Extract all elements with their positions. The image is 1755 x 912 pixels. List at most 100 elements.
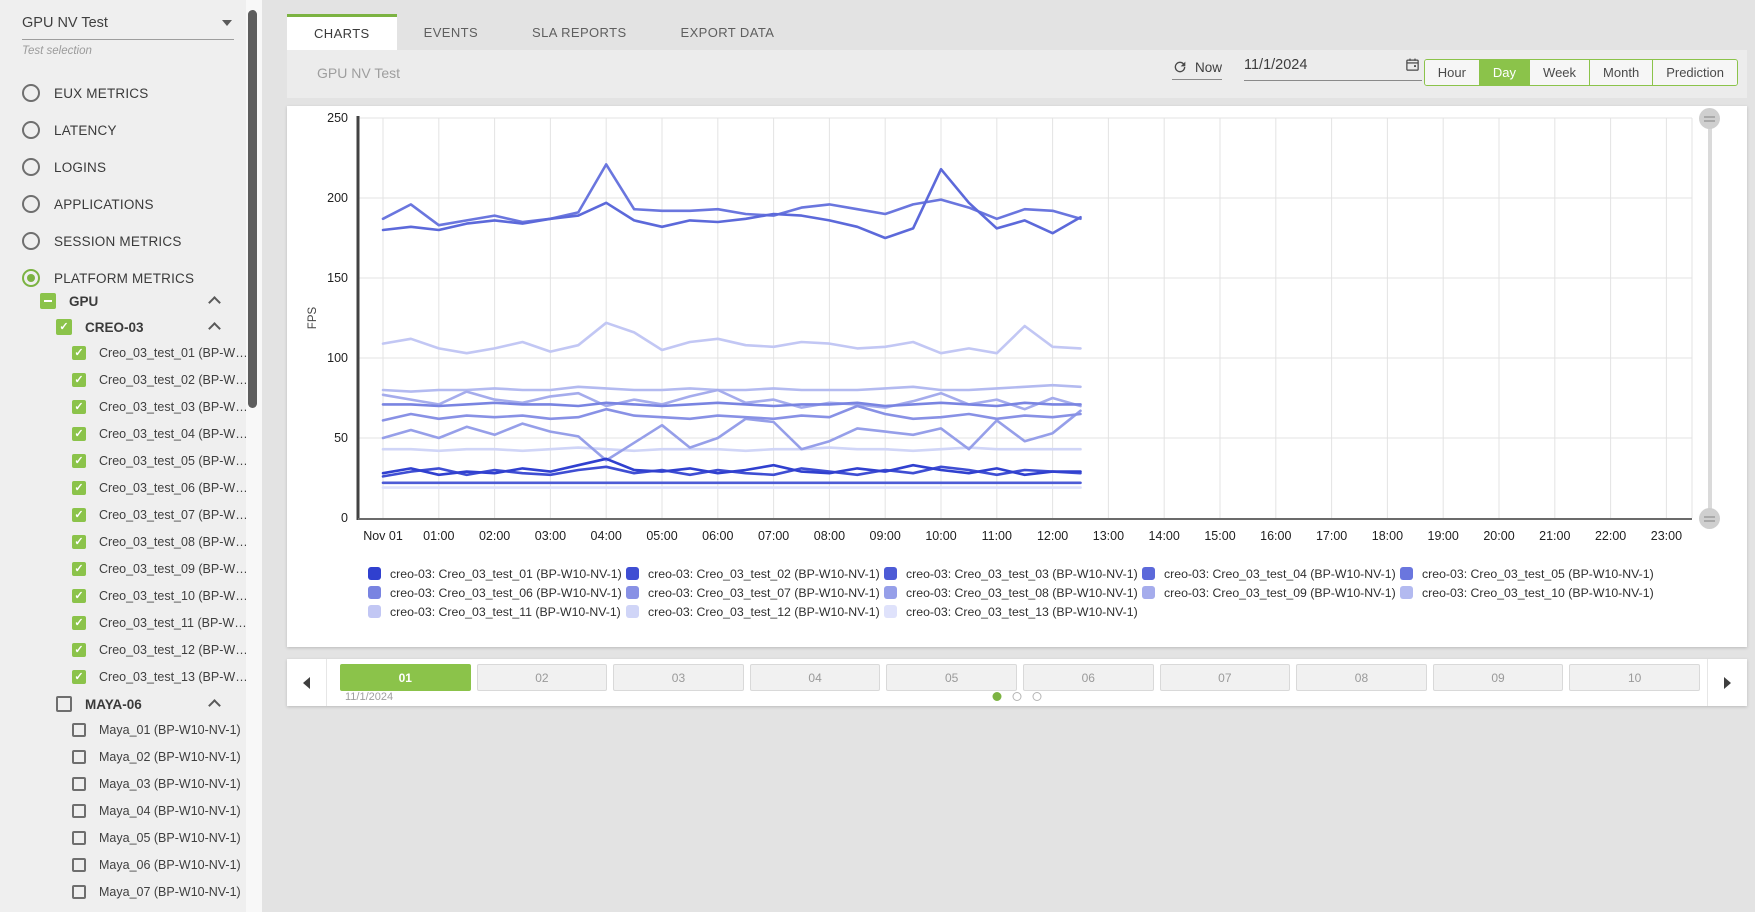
legend-item[interactable]: creo-03: Creo_03_test_08 (BP-W10-NV-1) [884, 586, 1142, 600]
checked-checkbox-icon[interactable]: ✓ [72, 562, 86, 576]
tree-item-creo-03-test-11[interactable]: ✓Creo_03_test_11 (BP-W10-NV-1) [0, 613, 248, 633]
chevron-up-icon[interactable] [208, 699, 221, 712]
tree-item-maya-03[interactable]: Maya_03 (BP-W10-NV-1) [0, 774, 248, 794]
pager-tile-04[interactable]: 04 [750, 664, 881, 691]
test-selector[interactable]: GPU NV Test Test selection [22, 14, 234, 57]
date-picker[interactable]: 11/1/2024 [1244, 56, 1422, 81]
tab-sla-reports[interactable]: SLA REPORTS [505, 14, 653, 50]
tree-item-creo-03-test-01[interactable]: ✓Creo_03_test_01 (BP-W10-NV-1) [0, 343, 248, 363]
tree-item-creo-03-test-07[interactable]: ✓Creo_03_test_07 (BP-W10-NV-1) [0, 505, 248, 525]
metric-group-latency[interactable]: LATENCY [22, 120, 232, 140]
checked-checkbox-icon[interactable]: ✓ [72, 535, 86, 549]
chevron-up-icon[interactable] [208, 296, 221, 309]
pager-tile-03[interactable]: 03 [613, 664, 744, 691]
pager-prev-button[interactable] [287, 659, 327, 706]
tree-item-creo-03-test-06[interactable]: ✓Creo_03_test_06 (BP-W10-NV-1) [0, 478, 248, 498]
checked-checkbox-icon[interactable]: ✓ [72, 589, 86, 603]
tab-export-data[interactable]: EXPORT DATA [654, 14, 802, 50]
radio-icon[interactable] [22, 232, 40, 250]
range-button-day[interactable]: Day [1480, 60, 1530, 85]
metric-group-eux-metrics[interactable]: EUX METRICS [22, 83, 232, 103]
checked-checkbox-icon[interactable]: ✓ [56, 319, 72, 335]
tree-node-maya-06[interactable]: MAYA-06 [0, 694, 248, 714]
tree-item-creo-03-test-10[interactable]: ✓Creo_03_test_10 (BP-W10-NV-1) [0, 586, 248, 606]
legend-item[interactable]: creo-03: Creo_03_test_06 (BP-W10-NV-1) [368, 586, 626, 600]
pager-tile-10[interactable]: 10 [1569, 664, 1700, 691]
legend-item[interactable]: creo-03: Creo_03_test_03 (BP-W10-NV-1) [884, 567, 1142, 581]
legend-item[interactable]: creo-03: Creo_03_test_04 (BP-W10-NV-1) [1142, 567, 1400, 581]
pager-tile-05[interactable]: 05 [886, 664, 1017, 691]
tree-item-creo-03-test-13[interactable]: ✓Creo_03_test_13 (BP-W10-NV-1) [0, 667, 248, 687]
checked-checkbox-icon[interactable]: ✓ [72, 454, 86, 468]
checked-checkbox-icon[interactable]: ✓ [72, 373, 86, 387]
unchecked-checkbox-icon[interactable] [72, 858, 86, 872]
unchecked-checkbox-icon[interactable] [72, 723, 86, 737]
tree-item-maya-01[interactable]: Maya_01 (BP-W10-NV-1) [0, 720, 248, 740]
slider-handle-top[interactable] [1699, 108, 1720, 129]
radio-icon[interactable] [22, 195, 40, 213]
radio-selected-icon[interactable] [22, 269, 40, 287]
unchecked-checkbox-icon[interactable] [56, 696, 72, 712]
pager-tile-09[interactable]: 09 [1433, 664, 1564, 691]
metric-group-session-metrics[interactable]: SESSION METRICS [22, 231, 232, 251]
radio-icon[interactable] [22, 158, 40, 176]
chevron-up-icon[interactable] [208, 322, 221, 335]
tree-item-maya-06[interactable]: Maya_06 (BP-W10-NV-1) [0, 855, 248, 875]
legend-item[interactable]: creo-03: Creo_03_test_13 (BP-W10-NV-1) [884, 605, 1142, 619]
slider-handle-bottom[interactable] [1699, 508, 1720, 529]
metric-group-logins[interactable]: LOGINS [22, 157, 232, 177]
checked-checkbox-icon[interactable]: ✓ [72, 400, 86, 414]
tree-item-creo-03-test-12[interactable]: ✓Creo_03_test_12 (BP-W10-NV-1) [0, 640, 248, 660]
tree-item-creo-03-test-03[interactable]: ✓Creo_03_test_03 (BP-W10-NV-1) [0, 397, 248, 417]
legend-item[interactable]: creo-03: Creo_03_test_05 (BP-W10-NV-1) [1400, 567, 1658, 581]
tree-item-creo-03-test-09[interactable]: ✓Creo_03_test_09 (BP-W10-NV-1) [0, 559, 248, 579]
tree-item-maya-07[interactable]: Maya_07 (BP-W10-NV-1) [0, 882, 248, 902]
indeterminate-checkbox-icon[interactable] [40, 293, 56, 309]
legend-item[interactable]: creo-03: Creo_03_test_12 (BP-W10-NV-1) [626, 605, 884, 619]
pager-dot-3[interactable] [1033, 692, 1042, 701]
checked-checkbox-icon[interactable]: ✓ [72, 670, 86, 684]
legend-item[interactable]: creo-03: Creo_03_test_02 (BP-W10-NV-1) [626, 567, 884, 581]
checked-checkbox-icon[interactable]: ✓ [72, 616, 86, 630]
tree-node-gpu[interactable]: GPU [0, 291, 248, 311]
unchecked-checkbox-icon[interactable] [72, 777, 86, 791]
unchecked-checkbox-icon[interactable] [72, 885, 86, 899]
range-button-hour[interactable]: Hour [1425, 60, 1480, 85]
tab-charts[interactable]: CHARTS [287, 14, 397, 50]
unchecked-checkbox-icon[interactable] [72, 750, 86, 764]
tree-item-maya-05[interactable]: Maya_05 (BP-W10-NV-1) [0, 828, 248, 848]
tree-item-maya-02[interactable]: Maya_02 (BP-W10-NV-1) [0, 747, 248, 767]
checked-checkbox-icon[interactable]: ✓ [72, 481, 86, 495]
legend-item[interactable]: creo-03: Creo_03_test_09 (BP-W10-NV-1) [1142, 586, 1400, 600]
checked-checkbox-icon[interactable]: ✓ [72, 643, 86, 657]
pager-tile-02[interactable]: 02 [477, 664, 608, 691]
pager-tile-07[interactable]: 07 [1160, 664, 1291, 691]
range-button-month[interactable]: Month [1590, 60, 1653, 85]
legend-item[interactable]: creo-03: Creo_03_test_11 (BP-W10-NV-1) [368, 605, 626, 619]
checked-checkbox-icon[interactable]: ✓ [72, 508, 86, 522]
tab-events[interactable]: EVENTS [397, 14, 505, 50]
checked-checkbox-icon[interactable]: ✓ [72, 346, 86, 360]
tree-item-creo-03-test-02[interactable]: ✓Creo_03_test_02 (BP-W10-NV-1) [0, 370, 248, 390]
slider-track[interactable] [1708, 120, 1712, 518]
radio-icon[interactable] [22, 121, 40, 139]
tree-item-maya-04[interactable]: Maya_04 (BP-W10-NV-1) [0, 801, 248, 821]
pager-tile-01[interactable]: 01 [340, 664, 471, 691]
sidebar-scrollbar-thumb[interactable] [248, 10, 257, 408]
range-button-prediction[interactable]: Prediction [1653, 60, 1737, 85]
metric-group-platform-metrics[interactable]: PLATFORM METRICS [22, 268, 232, 288]
unchecked-checkbox-icon[interactable] [72, 831, 86, 845]
test-selector-value-row[interactable]: GPU NV Test [22, 14, 234, 40]
pager-dot-2[interactable] [1013, 692, 1022, 701]
legend-item[interactable]: creo-03: Creo_03_test_01 (BP-W10-NV-1) [368, 567, 626, 581]
radio-icon[interactable] [22, 84, 40, 102]
range-button-week[interactable]: Week [1530, 60, 1590, 85]
legend-item[interactable]: creo-03: Creo_03_test_10 (BP-W10-NV-1) [1400, 586, 1658, 600]
unchecked-checkbox-icon[interactable] [72, 804, 86, 818]
metric-group-applications[interactable]: APPLICATIONS [22, 194, 232, 214]
pager-next-button[interactable] [1707, 659, 1747, 706]
checked-checkbox-icon[interactable]: ✓ [72, 427, 86, 441]
legend-item[interactable]: creo-03: Creo_03_test_07 (BP-W10-NV-1) [626, 586, 884, 600]
pager-dot-1[interactable] [993, 692, 1002, 701]
pager-tile-06[interactable]: 06 [1023, 664, 1154, 691]
